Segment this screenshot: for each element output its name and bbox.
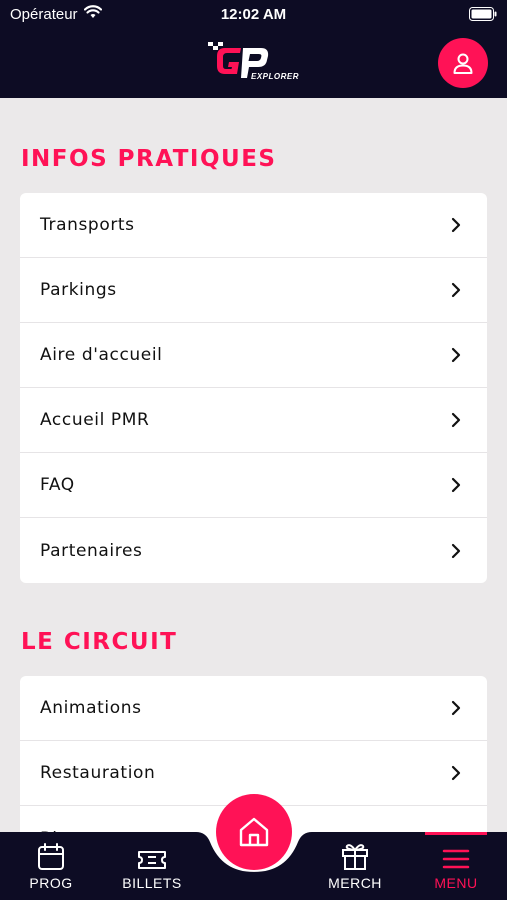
hamburger-menu-icon [442, 849, 470, 869]
chevron-right-icon [449, 282, 463, 298]
menu-item-parkings[interactable]: Parkings [20, 258, 487, 323]
status-time: 12:02 AM [220, 6, 287, 23]
menu-item-label: Aire d'accueil [40, 345, 163, 365]
menu-item-label: Accueil PMR [40, 410, 150, 430]
chevron-right-icon [449, 412, 463, 428]
menu-item-transports[interactable]: Transports [20, 193, 487, 258]
app-header: Opérateur 12:02 AM EXPLORER [0, 0, 507, 98]
menu-item-label: Restauration [40, 763, 156, 783]
profile-button[interactable] [438, 38, 488, 88]
home-button[interactable] [216, 794, 292, 870]
battery-icon [469, 7, 497, 25]
gift-icon [342, 844, 368, 870]
ticket-icon [138, 851, 166, 869]
menu-item-label: Parkings [40, 280, 117, 300]
chevron-right-icon [449, 347, 463, 363]
tab-menu[interactable]: MENU [425, 832, 487, 900]
status-bar: Opérateur 12:02 AM [0, 0, 507, 30]
tab-merch[interactable]: MERCH [318, 832, 392, 900]
section-title-infos-pratiques: INFOS PRATIQUES [21, 146, 277, 172]
infos-pratiques-card: Transports Parkings Aire d'accueil Accue… [20, 193, 487, 583]
section-title-le-circuit: LE CIRCUIT [21, 629, 178, 655]
logo-wordmark: EXPLORER [251, 72, 300, 81]
user-icon [453, 53, 473, 74]
chevron-right-icon [449, 765, 463, 781]
chevron-right-icon [449, 543, 463, 559]
tab-prog[interactable]: PROG [20, 832, 82, 900]
menu-item-label: Animations [40, 698, 142, 718]
home-icon [239, 817, 269, 847]
menu-item-aire-accueil[interactable]: Aire d'accueil [20, 323, 487, 388]
tab-merch-label: MERCH [328, 875, 382, 891]
calendar-icon [38, 843, 64, 870]
tab-menu-label: MENU [434, 875, 478, 891]
menu-item-label: Transports [40, 215, 135, 235]
menu-item-label: Partenaires [40, 540, 143, 561]
chevron-right-icon [449, 477, 463, 493]
menu-item-label: FAQ [40, 475, 75, 495]
menu-item-partenaires[interactable]: Partenaires [20, 518, 487, 583]
tab-prog-label: PROG [29, 875, 73, 891]
menu-item-animations[interactable]: Animations [20, 676, 487, 741]
menu-content[interactable]: INFOS PRATIQUES Transports Parkings Aire… [0, 98, 507, 900]
menu-item-faq[interactable]: FAQ [20, 453, 487, 518]
chevron-right-icon [449, 700, 463, 716]
menu-item-accueil-pmr[interactable]: Accueil PMR [20, 388, 487, 453]
chevron-right-icon [449, 217, 463, 233]
tab-billets[interactable]: BILLETS [112, 832, 192, 900]
tab-billets-label: BILLETS [122, 875, 182, 891]
